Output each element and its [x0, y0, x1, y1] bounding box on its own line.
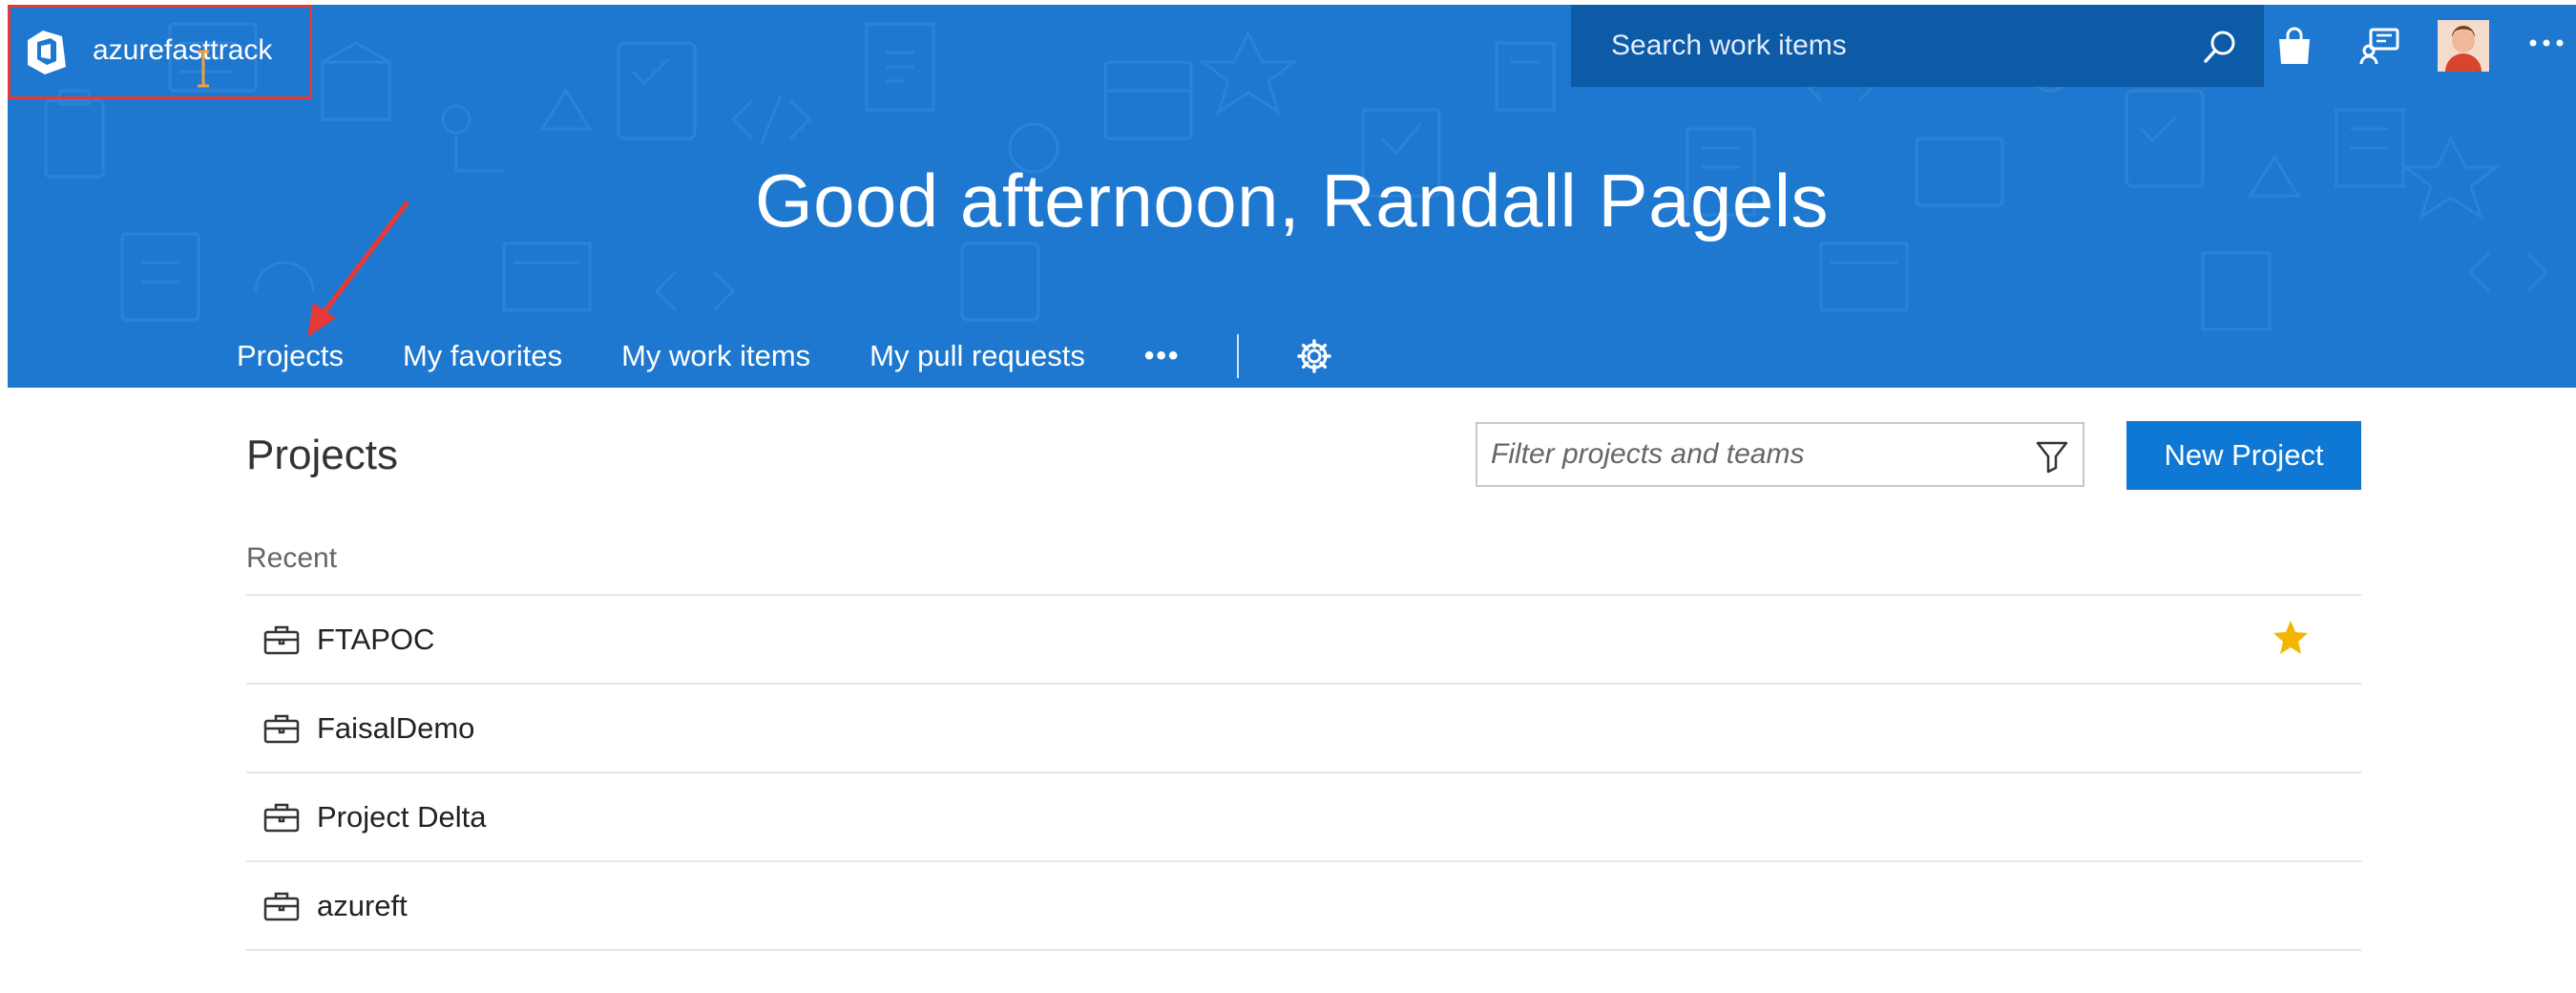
project-name[interactable]: FTAPOC — [317, 623, 434, 657]
tab-my-work-items[interactable]: My work items — [621, 339, 810, 373]
project-row-project-delta[interactable]: Project Delta — [246, 773, 2361, 862]
nav-divider — [1237, 334, 1240, 378]
briefcase-icon — [263, 714, 300, 743]
nav-more-button[interactable]: ••• — [1144, 340, 1181, 372]
project-row-azureft[interactable]: azureft — [246, 862, 2361, 951]
organization-switcher[interactable]: azurefasttrack — [8, 5, 312, 99]
text-cursor-icon — [198, 50, 209, 88]
project-name[interactable]: FaisalDemo — [317, 711, 474, 746]
briefcase-icon — [263, 803, 300, 832]
project-name[interactable]: Project Delta — [317, 800, 486, 835]
filter-input[interactable] — [1491, 438, 2025, 471]
search-icon[interactable] — [2203, 30, 2237, 64]
more-icon[interactable] — [2527, 33, 2566, 53]
gear-icon[interactable] — [1296, 338, 1332, 374]
organization-name[interactable]: azurefasttrack — [93, 34, 272, 67]
user-avatar-icon — [2438, 20, 2489, 72]
search-box[interactable] — [1571, 5, 2264, 87]
briefcase-icon — [263, 625, 300, 654]
project-row-faisaldemo[interactable]: FaisalDemo — [246, 685, 2361, 773]
filter-box[interactable] — [1476, 422, 2084, 487]
new-project-button[interactable]: New Project — [2126, 421, 2361, 490]
recent-projects-list: FTAPOC FaisalDemo Project Delta azureft — [246, 594, 2361, 951]
feedback-icon[interactable] — [2359, 26, 2401, 68]
filter-icon[interactable] — [2035, 439, 2069, 474]
header-banner: azurefasttrack Good afternoon, Randall P… — [8, 5, 2576, 388]
tab-my-pull-requests[interactable]: My pull requests — [869, 339, 1085, 373]
project-name[interactable]: azureft — [317, 889, 408, 923]
search-input[interactable] — [1611, 30, 2165, 62]
recent-section-label: Recent — [246, 542, 338, 574]
shopping-bag-icon[interactable] — [2273, 26, 2315, 68]
briefcase-icon — [263, 892, 300, 920]
avatar[interactable] — [2438, 20, 2489, 72]
favorite-star-icon[interactable] — [2272, 619, 2310, 657]
annotation-arrow — [307, 201, 409, 337]
tab-my-favorites[interactable]: My favorites — [403, 339, 562, 373]
azure-devops-logo-icon — [28, 31, 66, 74]
page-title: Projects — [246, 432, 398, 478]
project-row-ftapoc[interactable]: FTAPOC — [246, 596, 2361, 685]
